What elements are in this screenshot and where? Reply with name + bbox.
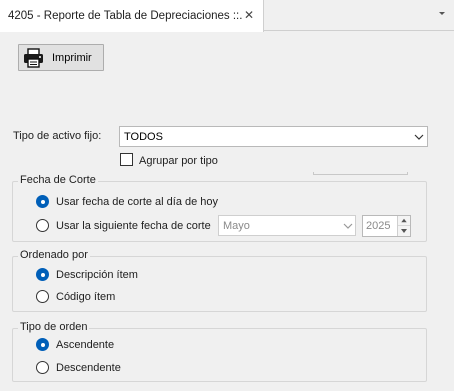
cutoff-year-stepper[interactable]: 2025	[362, 215, 411, 237]
sort-asc-label: Ascendente	[56, 339, 115, 351]
asset-type-select[interactable]: TODOS	[119, 126, 428, 147]
tab-bar: 4205 - Reporte de Tabla de Depreciacione…	[0, 0, 454, 32]
print-button[interactable]: Imprimir	[18, 44, 104, 71]
cutoff-today-label: Usar fecha de corte al día de hoy	[56, 196, 219, 208]
year-spin	[397, 216, 410, 236]
close-icon[interactable]: ✕	[244, 9, 254, 21]
cutoff-year-value: 2025	[366, 220, 391, 232]
cutoff-today-radio[interactable]	[36, 195, 49, 208]
order-description-radio[interactable]	[36, 268, 49, 281]
sort-desc-radio[interactable]	[36, 361, 49, 374]
cutoff-custom-label: Usar la siguiente fecha de corte	[56, 220, 211, 232]
cutoff-month-value: Mayo	[223, 220, 250, 232]
order-code-radio[interactable]	[36, 290, 49, 303]
cutoff-month-select[interactable]: Mayo	[218, 215, 356, 236]
sort-order-title: Tipo de orden	[18, 321, 90, 333]
order-code-label: Código ítem	[56, 291, 116, 303]
cutoff-custom-radio[interactable]	[36, 219, 49, 232]
cutoff-title: Fecha de Corte	[18, 174, 98, 186]
sort-desc-label: Descendente	[56, 362, 121, 374]
order-by-title: Ordenado por	[18, 249, 90, 261]
tab-report[interactable]: 4205 - Reporte de Tabla de Depreciacione…	[0, 0, 264, 32]
asset-type-value: TODOS	[124, 131, 163, 143]
chevron-down-icon	[414, 134, 424, 140]
sort-asc-radio[interactable]	[36, 338, 49, 351]
spin-up-icon[interactable]	[398, 216, 410, 226]
order-by-group	[12, 256, 427, 312]
chevron-down-icon[interactable]	[437, 9, 447, 19]
print-button-label: Imprimir	[52, 52, 92, 64]
order-description-label: Descripción ítem	[56, 269, 138, 281]
chevron-down-icon	[343, 223, 353, 229]
group-by-type-checkbox[interactable]	[120, 153, 133, 166]
group-by-type-label: Agrupar por tipo	[139, 155, 218, 167]
spin-down-icon[interactable]	[398, 226, 410, 236]
asset-type-label: Tipo de activo fijo:	[13, 130, 102, 142]
printer-icon	[24, 48, 43, 68]
tab-title: 4205 - Reporte de Tabla de Depreciacione…	[8, 10, 243, 22]
divider	[313, 172, 408, 175]
